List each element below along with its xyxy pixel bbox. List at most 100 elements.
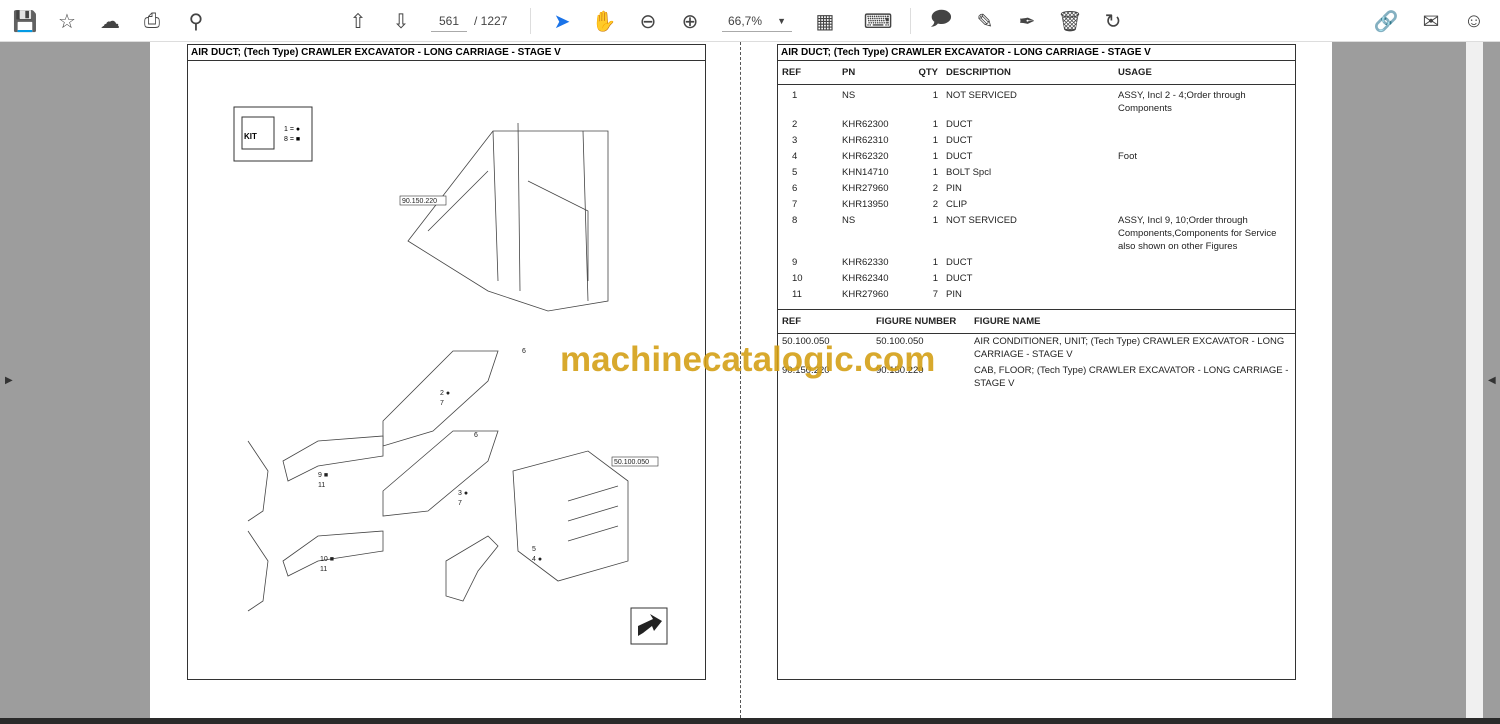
part-ref: 7 — [792, 199, 798, 210]
hand-tool-icon[interactable]: ✋ — [591, 8, 617, 34]
zoom-select[interactable]: 66,7% ▼ — [722, 10, 792, 32]
callout: 7 — [440, 400, 444, 407]
part-description: DUCT — [946, 135, 973, 146]
divider — [530, 8, 531, 34]
table-row: 1 NS 1 NOT SERVICED ASSY, Incl 2 - 4;Order t… — [778, 85, 1295, 118]
part-qty: 1 — [932, 135, 938, 146]
zoom-in-icon[interactable]: ⊕ — [677, 8, 703, 34]
next-page-icon[interactable]: ⇩ — [388, 8, 414, 34]
part-ref: 2 — [792, 119, 798, 130]
chevron-down-icon: ▼ — [777, 16, 786, 26]
left-page-title: AIR DUCT; (Tech Type) CRAWLER EXCAVATOR … — [188, 45, 705, 61]
part-description: BOLT Spcl — [946, 167, 992, 178]
part-description: DUCT — [946, 273, 973, 284]
kit-legend: KIT 1 = ● 8 = ■ — [233, 106, 313, 162]
print-icon[interactable]: ⎙ — [139, 8, 165, 34]
part-usage: Foot — [1118, 151, 1138, 162]
left-panel-toggle-icon[interactable]: ▶ — [5, 375, 13, 386]
email-icon[interactable]: ✉ — [1418, 8, 1444, 34]
part-usage — [1114, 117, 1295, 133]
part-ref: 8 — [792, 215, 798, 226]
page-total: / 1227 — [474, 14, 508, 28]
upload-cloud-icon[interactable]: ☁ — [97, 8, 123, 34]
callout: 2 ● — [440, 390, 450, 397]
account-icon[interactable]: ☺ — [1461, 8, 1487, 34]
rotate-icon[interactable]: ↻ — [1100, 8, 1126, 34]
part-qty: 7 — [932, 289, 938, 300]
select-cursor-icon[interactable]: ➤ — [549, 8, 575, 34]
table-row: 3 KHR62310 1 DUCT — [778, 133, 1295, 149]
table-row: 6 KHR27960 2 PIN — [778, 181, 1295, 197]
part-number: KHR13950 — [842, 199, 889, 210]
page-fit-icon[interactable]: ▦ — [812, 8, 838, 34]
table-row: 10 KHR62340 1 DUCT — [778, 271, 1295, 287]
part-usage — [1114, 133, 1295, 149]
col-usage: USAGE — [1114, 61, 1295, 85]
part-usage — [1114, 181, 1295, 197]
part-usage — [1114, 255, 1295, 271]
part-number: NS — [842, 215, 856, 226]
callout: 5 — [532, 546, 536, 553]
callout-50-100-050: 50.100.050 — [614, 459, 649, 466]
table-row: 7 KHR13950 2 CLIP — [778, 197, 1295, 213]
col-description: DESCRIPTION — [942, 61, 1114, 85]
save-icon[interactable]: 💾 — [12, 8, 38, 34]
part-number: KHR62320 — [842, 151, 889, 162]
part-usage — [1114, 287, 1295, 303]
col-pn: PN — [838, 61, 906, 85]
part-qty: 1 — [932, 119, 938, 130]
part-qty: 1 — [932, 167, 938, 178]
part-number: KHR27960 — [842, 183, 889, 194]
taskbar-edge — [0, 718, 1500, 724]
bookmark-star-icon[interactable]: ☆ — [54, 8, 80, 34]
part-usage — [1114, 271, 1295, 287]
kit-legend-8: 8 = ■ — [284, 136, 300, 143]
zoom-out-icon[interactable]: ⊖ — [635, 8, 661, 34]
scroll-mode-icon[interactable]: ⌨ — [864, 8, 893, 34]
col-fig-number: FIGURE NUMBER — [872, 310, 970, 334]
next-figure-arrow-icon — [630, 607, 668, 645]
highlight-pen-icon[interactable]: ✎ — [972, 8, 998, 34]
part-description: DUCT — [946, 151, 973, 162]
callout: 6 — [522, 348, 526, 355]
part-description: DUCT — [946, 257, 973, 268]
page-number-input[interactable]: 561 — [431, 10, 467, 32]
part-usage: ASSY, Incl 2 - 4;Order through Component… — [1118, 90, 1246, 114]
part-number: KHR62330 — [842, 257, 889, 268]
parts-table: REF PN QTY DESCRIPTION USAGE 1 NS 1 NOT SER… — [778, 61, 1295, 303]
part-ref: 11 — [792, 289, 802, 300]
divider — [910, 8, 911, 34]
table-row: 8 NS 1 NOT SERVICED ASSY, Incl 9, 10;Order t… — [778, 213, 1295, 255]
figure-name: CAB, FLOOR; (Tech Type) CRAWLER EXCAVATO… — [974, 365, 1289, 389]
table-row: 2 KHR62300 1 DUCT — [778, 117, 1295, 133]
zoom-value: 66,7% — [728, 14, 763, 28]
part-description: NOT SERVICED — [946, 90, 1017, 101]
part-usage — [1114, 165, 1295, 181]
table-row: 5 KHN14710 1 BOLT Spcl — [778, 165, 1295, 181]
part-ref: 5 — [792, 167, 798, 178]
part-qty: 1 — [932, 257, 938, 268]
part-ref: 6 — [792, 183, 798, 194]
part-description: CLIP — [946, 199, 968, 210]
vertical-scrollbar[interactable] — [1466, 42, 1483, 718]
callout: 11 — [318, 482, 325, 489]
part-ref: 9 — [792, 257, 798, 268]
part-qty: 2 — [932, 183, 938, 194]
previous-page-icon[interactable]: ⇧ — [345, 8, 371, 34]
right-panel-toggle-icon[interactable]: ◀ — [1488, 375, 1496, 386]
search-icon[interactable]: ⚲ — [183, 8, 209, 34]
part-description: PIN — [946, 183, 962, 194]
part-ref: 4 — [792, 151, 798, 162]
table-row: 11 KHR27960 7 PIN — [778, 287, 1295, 303]
delete-icon[interactable]: 🗑 — [1057, 8, 1083, 34]
part-number: NS — [842, 90, 856, 101]
cab-floor-drawing — [407, 122, 609, 312]
toolbar: 💾 ☆ ☁ ⎙ ⚲ ⇧ ⇩ 561 / 1227 ➤ ✋ ⊖ ⊕ 66,7% ▼ … — [0, 0, 1500, 42]
part-number: KHR62300 — [842, 119, 889, 130]
sign-icon[interactable]: ✒ — [1014, 8, 1040, 34]
share-link-icon[interactable]: 🔗 — [1373, 8, 1399, 34]
comment-icon[interactable]: 🗩 — [928, 8, 954, 34]
figure-name: AIR CONDITIONER, UNIT; (Tech Type) CRAWL… — [974, 336, 1285, 360]
col-fig-name: FIGURE NAME — [970, 310, 1295, 334]
right-page-title: AIR DUCT; (Tech Type) CRAWLER EXCAVATOR … — [778, 45, 1295, 61]
